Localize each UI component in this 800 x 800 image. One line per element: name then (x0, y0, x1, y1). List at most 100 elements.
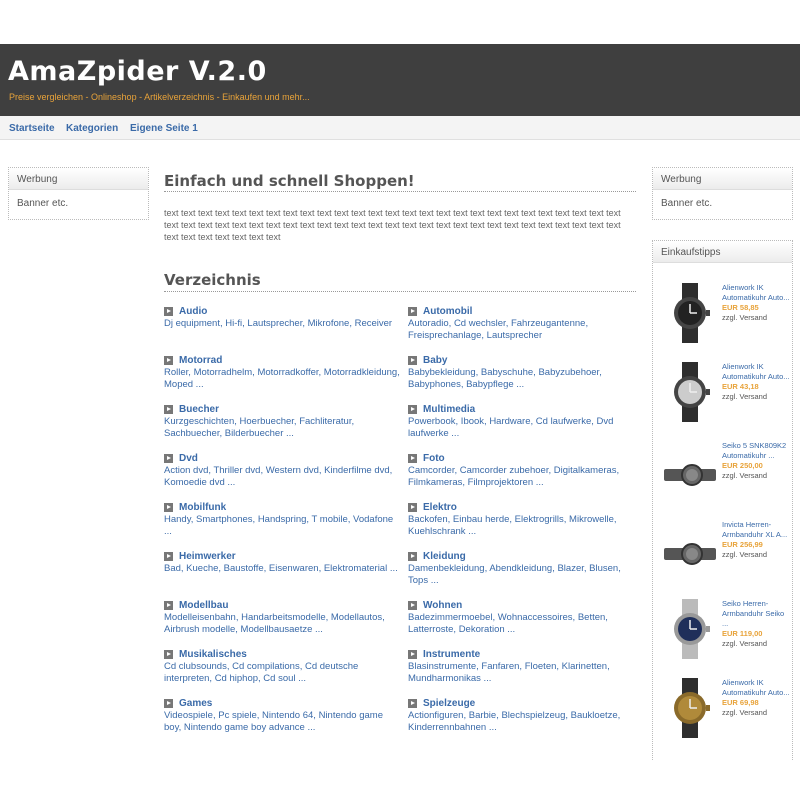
category-title[interactable]: Instrumente (408, 648, 630, 660)
category-title-label: Instrumente (423, 648, 481, 660)
tip-price: EUR 250,00 (722, 461, 763, 470)
category-title-label: Dvd (179, 452, 198, 464)
tip-product-name[interactable]: Alienwork IK Automatikuhr Auto... (722, 283, 792, 303)
tip-shipping: zzgl. Versand (722, 550, 768, 559)
tip-price: EUR 119,00 (722, 629, 763, 638)
category-title-label: Elektro (423, 501, 457, 513)
category-title-label: Foto (423, 452, 445, 464)
category-links[interactable]: Kurzgeschichten, Hoerbuecher, Fachlitera… (164, 416, 402, 440)
category-title-label: Heimwerker (179, 550, 236, 562)
category-title-label: Buecher (179, 403, 220, 415)
tip-price: EUR 256,99 (722, 540, 763, 549)
nav-eigene-seite-1[interactable]: Eigene Seite 1 (130, 123, 198, 134)
category-item: Wohnen Badezimmermoebel, Wohnaccessoires,… (408, 599, 630, 636)
tip-shipping: zzgl. Versand (722, 639, 768, 648)
category-title[interactable]: Multimedia (408, 403, 630, 415)
category-item: Audio Dj equipment, Hi-fi, Lautsprecher, … (164, 305, 402, 330)
watch-image[interactable] (664, 445, 716, 505)
tip-item[interactable]: Seiko Herren-Armbanduhr Seiko ... EUR 119… (660, 599, 790, 671)
category-item: Instrumente Blasinstrumente, Fanfaren, Fl… (408, 648, 630, 685)
category-links[interactable]: Camcorder, Camcorder zubehoer, Digitalka… (408, 465, 630, 489)
category-links[interactable]: Actionfiguren, Barbie, Blechspielzeug, B… (408, 710, 630, 734)
directory-heading: Verzeichnis (164, 271, 261, 289)
category-title[interactable]: Buecher (164, 403, 402, 415)
nav-kategorien[interactable]: Kategorien (66, 123, 118, 134)
tip-item[interactable]: Invicta Herren-Armbanduhr XL A... EUR 256… (660, 520, 790, 592)
category-title[interactable]: Baby (408, 354, 630, 366)
category-links[interactable]: Roller, Motorradhelm, Motorradkoffer, Mo… (164, 367, 402, 391)
category-item: Automobil Autoradio, Cd wechsler, Fahrzeu… (408, 305, 630, 342)
right-ad-body: Banner etc. (661, 198, 713, 209)
tip-item[interactable]: Seiko 5 SNK809K2 Automatikuhr ... EUR 250… (660, 441, 790, 513)
category-links[interactable]: Damenbekleidung, Abendkleidung, Blazer, … (408, 563, 630, 587)
category-links[interactable]: Badezimmermoebel, Wohnaccessoires, Bette… (408, 612, 630, 636)
category-title[interactable]: Motorrad (164, 354, 402, 366)
left-ad-body: Banner etc. (17, 198, 69, 209)
tip-item[interactable]: Alienwork IK Automatikuhr Auto... EUR 43,… (660, 362, 790, 434)
main-nav: Startseite Kategorien Eigene Seite 1 (0, 116, 800, 140)
category-links[interactable]: Modelleisenbahn, Handarbeitsmodelle, Mod… (164, 612, 402, 636)
category-title[interactable]: Foto (408, 452, 630, 464)
category-links[interactable]: Bad, Kueche, Baustoffe, Eisenwaren, Elek… (164, 563, 402, 575)
watch-image[interactable] (664, 362, 716, 422)
category-item: Games Videospiele, Pc spiele, Nintendo 64… (164, 697, 402, 734)
category-title[interactable]: Mobilfunk (164, 501, 402, 513)
nav-startseite[interactable]: Startseite (9, 123, 55, 134)
arrow-right-icon (164, 551, 173, 561)
category-links[interactable]: Babybekleidung, Babyschuhe, Babyzubehoer… (408, 367, 630, 391)
category-title-label: Mobilfunk (179, 501, 227, 513)
category-title-label: Automobil (423, 305, 473, 317)
tip-product-name[interactable]: Seiko Herren-Armbanduhr Seiko ... (722, 599, 792, 629)
tip-text: Seiko Herren-Armbanduhr Seiko ... EUR 119… (722, 599, 792, 649)
arrow-right-icon (408, 404, 417, 414)
category-item: Elektro Backofen, Einbau herde, Elektrogr… (408, 501, 630, 538)
category-links[interactable]: Videospiele, Pc spiele, Nintendo 64, Nin… (164, 710, 402, 734)
category-item: Musikalisches Cd clubsounds, Cd compilati… (164, 648, 402, 685)
category-title[interactable]: Wohnen (408, 599, 630, 611)
watch-image[interactable] (664, 283, 716, 343)
tip-product-name[interactable]: Invicta Herren-Armbanduhr XL A... (722, 520, 792, 540)
arrow-right-icon (164, 502, 173, 512)
arrow-right-icon (408, 502, 417, 512)
site-title[interactable]: AmaZpider V.2.0 (8, 56, 267, 87)
arrow-right-icon (408, 600, 417, 610)
tip-text: Alienwork IK Automatikuhr Auto... EUR 43,… (722, 362, 792, 402)
tip-item[interactable]: Alienwork IK Automatikuhr Auto... EUR 58,… (660, 283, 790, 355)
watch-image[interactable] (664, 599, 716, 659)
category-links[interactable]: Powerbook, Ibook, Hardware, Cd laufwerke… (408, 416, 630, 440)
category-title[interactable]: Kleidung (408, 550, 630, 562)
category-links[interactable]: Dj equipment, Hi-fi, Lautsprecher, Mikro… (164, 318, 402, 330)
arrow-right-icon (408, 355, 417, 365)
arrow-right-icon (164, 600, 173, 610)
category-title[interactable]: Audio (164, 305, 402, 317)
category-title[interactable]: Automobil (408, 305, 630, 317)
tip-price: EUR 58,85 (722, 303, 759, 312)
category-links[interactable]: Cd clubsounds, Cd compilations, Cd deuts… (164, 661, 402, 685)
category-title[interactable]: Elektro (408, 501, 630, 513)
category-title[interactable]: Modellbau (164, 599, 402, 611)
category-links[interactable]: Autoradio, Cd wechsler, Fahrzeugantenne,… (408, 318, 630, 342)
tip-item[interactable]: Alienwork IK Automatikuhr Auto... EUR 69,… (660, 678, 790, 750)
tip-product-name[interactable]: Seiko 5 SNK809K2 Automatikuhr ... (722, 441, 792, 461)
category-title-label: Games (179, 697, 213, 709)
category-title[interactable]: Games (164, 697, 402, 709)
category-title-label: Multimedia (423, 403, 476, 415)
category-title[interactable]: Heimwerker (164, 550, 402, 562)
tip-text: Seiko 5 SNK809K2 Automatikuhr ... EUR 250… (722, 441, 792, 481)
tip-product-name[interactable]: Alienwork IK Automatikuhr Auto... (722, 362, 792, 382)
tip-product-name[interactable]: Alienwork IK Automatikuhr Auto... (722, 678, 792, 698)
main-heading: Einfach und schnell Shoppen! (164, 172, 415, 190)
category-links[interactable]: Handy, Smartphones, Handspring, T mobile… (164, 514, 402, 538)
category-title[interactable]: Musikalisches (164, 648, 402, 660)
category-title[interactable]: Dvd (164, 452, 402, 464)
category-links[interactable]: Blasinstrumente, Fanfaren, Floeten, Klar… (408, 661, 630, 685)
watch-image[interactable] (664, 678, 716, 738)
arrow-right-icon (164, 453, 173, 463)
arrow-right-icon (408, 306, 417, 316)
arrow-right-icon (164, 649, 173, 659)
category-links[interactable]: Backofen, Einbau herde, Elektrogrills, M… (408, 514, 630, 538)
intro-text: text text text text text text text text … (164, 208, 621, 242)
watch-image[interactable] (664, 524, 716, 584)
category-title[interactable]: Spielzeuge (408, 697, 630, 709)
category-links[interactable]: Action dvd, Thriller dvd, Western dvd, K… (164, 465, 402, 489)
